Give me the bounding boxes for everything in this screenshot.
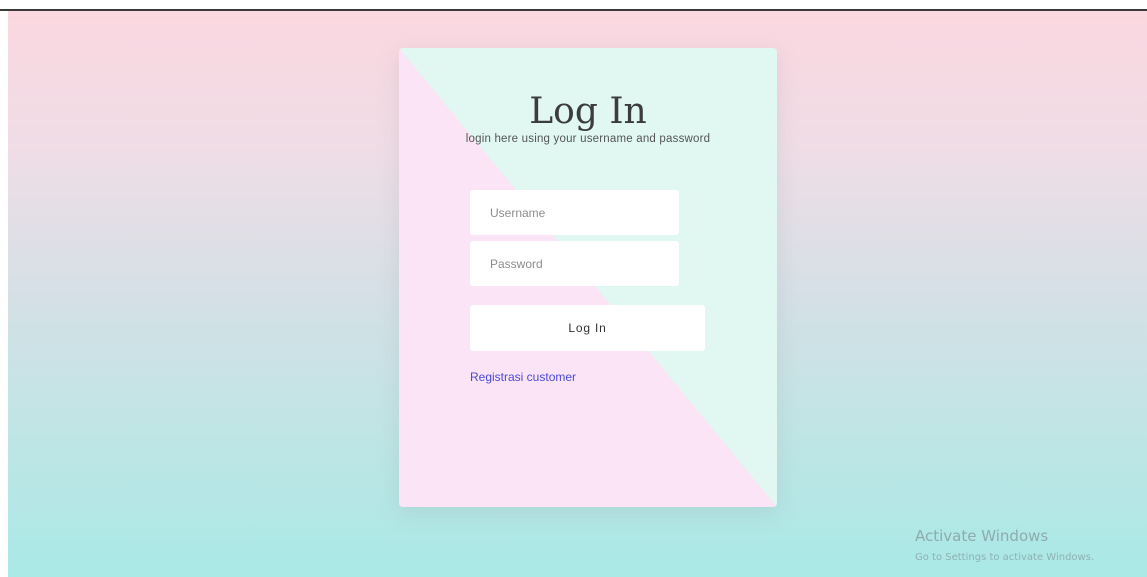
page-title: Log In — [529, 91, 647, 132]
login-subtitle: login here using your username and passw… — [465, 133, 711, 145]
gradient-background: Log In login here using your username an… — [8, 11, 1147, 577]
register-customer-link[interactable]: Registrasi customer — [470, 370, 576, 384]
activate-windows-subtitle: Go to Settings to activate Windows. — [915, 552, 1095, 563]
username-input[interactable] — [470, 190, 679, 235]
left-gutter — [0, 11, 8, 577]
login-button[interactable]: Log In — [470, 305, 705, 351]
login-card: Log In login here using your username an… — [399, 48, 777, 507]
password-input[interactable] — [470, 241, 679, 286]
activate-windows-title: Activate Windows — [915, 527, 1049, 545]
page: Log In login here using your username an… — [0, 0, 1147, 577]
